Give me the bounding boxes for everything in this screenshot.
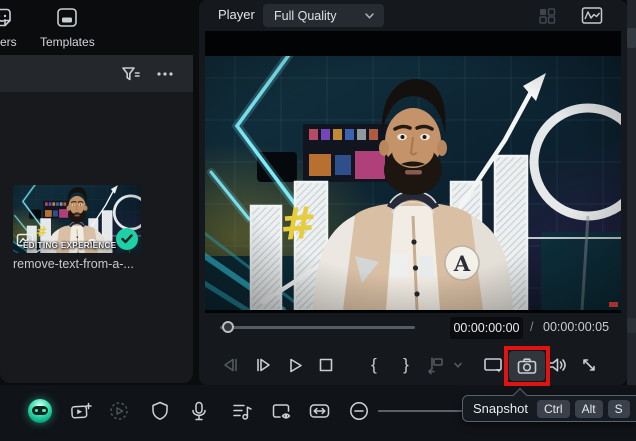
- tab-stickers[interactable]: ckers: [0, 6, 17, 49]
- zoom-out-button[interactable]: [346, 398, 372, 424]
- filter-icon[interactable]: [119, 64, 141, 84]
- preview-card-button[interactable]: [269, 398, 295, 424]
- fit-timeline-button[interactable]: [306, 398, 332, 424]
- asset-tabbar: ckers Templates: [0, 0, 198, 55]
- quality-dropdown[interactable]: Full Quality: [263, 4, 384, 27]
- scope-view-icon[interactable]: [581, 6, 603, 25]
- video-preview[interactable]: # A: [205, 31, 621, 313]
- tooltip-shortcut-keys: Ctrl Alt S: [536, 399, 630, 418]
- media-filename: remove-text-from-a-...: [13, 257, 134, 271]
- previous-frame-button[interactable]: [217, 350, 245, 380]
- seek-handle[interactable]: [222, 321, 234, 333]
- current-timecode[interactable]: 00:00:00:00: [450, 317, 523, 339]
- stop-button[interactable]: [312, 350, 340, 380]
- second-screen-button[interactable]: [479, 350, 507, 380]
- grid-view-icon[interactable]: [537, 6, 557, 25]
- ai-assistant-button[interactable]: [27, 398, 53, 424]
- audio-list-button[interactable]: [229, 398, 255, 424]
- player-panel-title: Player: [218, 7, 255, 22]
- collapsed-panel-strip[interactable]: [627, 0, 636, 385]
- tab-stickers-label: ckers: [0, 35, 17, 49]
- mark-out-glyph: }: [403, 355, 409, 374]
- fullscreen-button[interactable]: [575, 350, 603, 380]
- chevron-down-icon: [364, 12, 375, 20]
- total-duration: 00:00:00:05: [543, 320, 610, 334]
- time-separator: /: [530, 320, 534, 334]
- mark-out-button[interactable]: }: [392, 350, 420, 380]
- add-video-button[interactable]: [68, 398, 94, 424]
- marker-chevron-down-icon[interactable]: [449, 350, 467, 380]
- stickers-icon: [0, 6, 15, 32]
- media-item[interactable]: # A EDITING EXPERIENCE: [13, 185, 141, 271]
- keycap-ctrl: Ctrl: [536, 399, 570, 418]
- plugin-play-button[interactable]: [106, 398, 132, 424]
- keycap-s: S: [607, 399, 630, 418]
- ai-assistant-orb-icon: [28, 399, 52, 423]
- mark-in-button[interactable]: {: [360, 350, 388, 380]
- timeline-zoom-slider[interactable]: [378, 410, 462, 412]
- seek-bar[interactable]: [220, 321, 415, 333]
- strip-handle-bottom[interactable]: [627, 318, 636, 333]
- filmora-app: ckers Templates: [0, 0, 636, 441]
- library-toolbar: [0, 55, 193, 92]
- media-library-panel: # A EDITING EXPERIENCE: [0, 55, 193, 383]
- keycap-alt: Alt: [574, 399, 603, 418]
- snapshot-tooltip: Snapshot Ctrl Alt S: [462, 387, 636, 422]
- snapshot-button[interactable]: [509, 351, 545, 381]
- strip-handle-top[interactable]: [627, 28, 636, 48]
- tab-templates-label: Templates: [40, 35, 95, 49]
- insert-marker-button[interactable]: [421, 350, 449, 380]
- media-thumbnail[interactable]: # A EDITING EXPERIENCE: [13, 185, 141, 253]
- play-button[interactable]: [281, 350, 309, 380]
- player-panel: Player Full Quality 00:00:00:00 / 00:00:…: [199, 0, 627, 386]
- snapshot-highlight-box: [504, 346, 550, 386]
- thumbnail-caption: EDITING EXPERIENCE: [23, 241, 117, 250]
- quality-dropdown-value: Full Quality: [274, 8, 337, 23]
- shield-button[interactable]: [147, 398, 173, 424]
- templates-icon: [55, 6, 79, 32]
- camera-snapshot-icon: [517, 358, 537, 374]
- added-check-badge: [116, 228, 138, 250]
- next-frame-button[interactable]: [249, 350, 277, 380]
- tooltip-label: Snapshot: [473, 401, 528, 416]
- mark-in-glyph: {: [371, 355, 377, 374]
- video-frame: # A: [205, 56, 621, 310]
- tab-templates[interactable]: Templates: [40, 6, 95, 49]
- record-voiceover-button[interactable]: [186, 398, 212, 424]
- more-options-icon[interactable]: [155, 64, 175, 84]
